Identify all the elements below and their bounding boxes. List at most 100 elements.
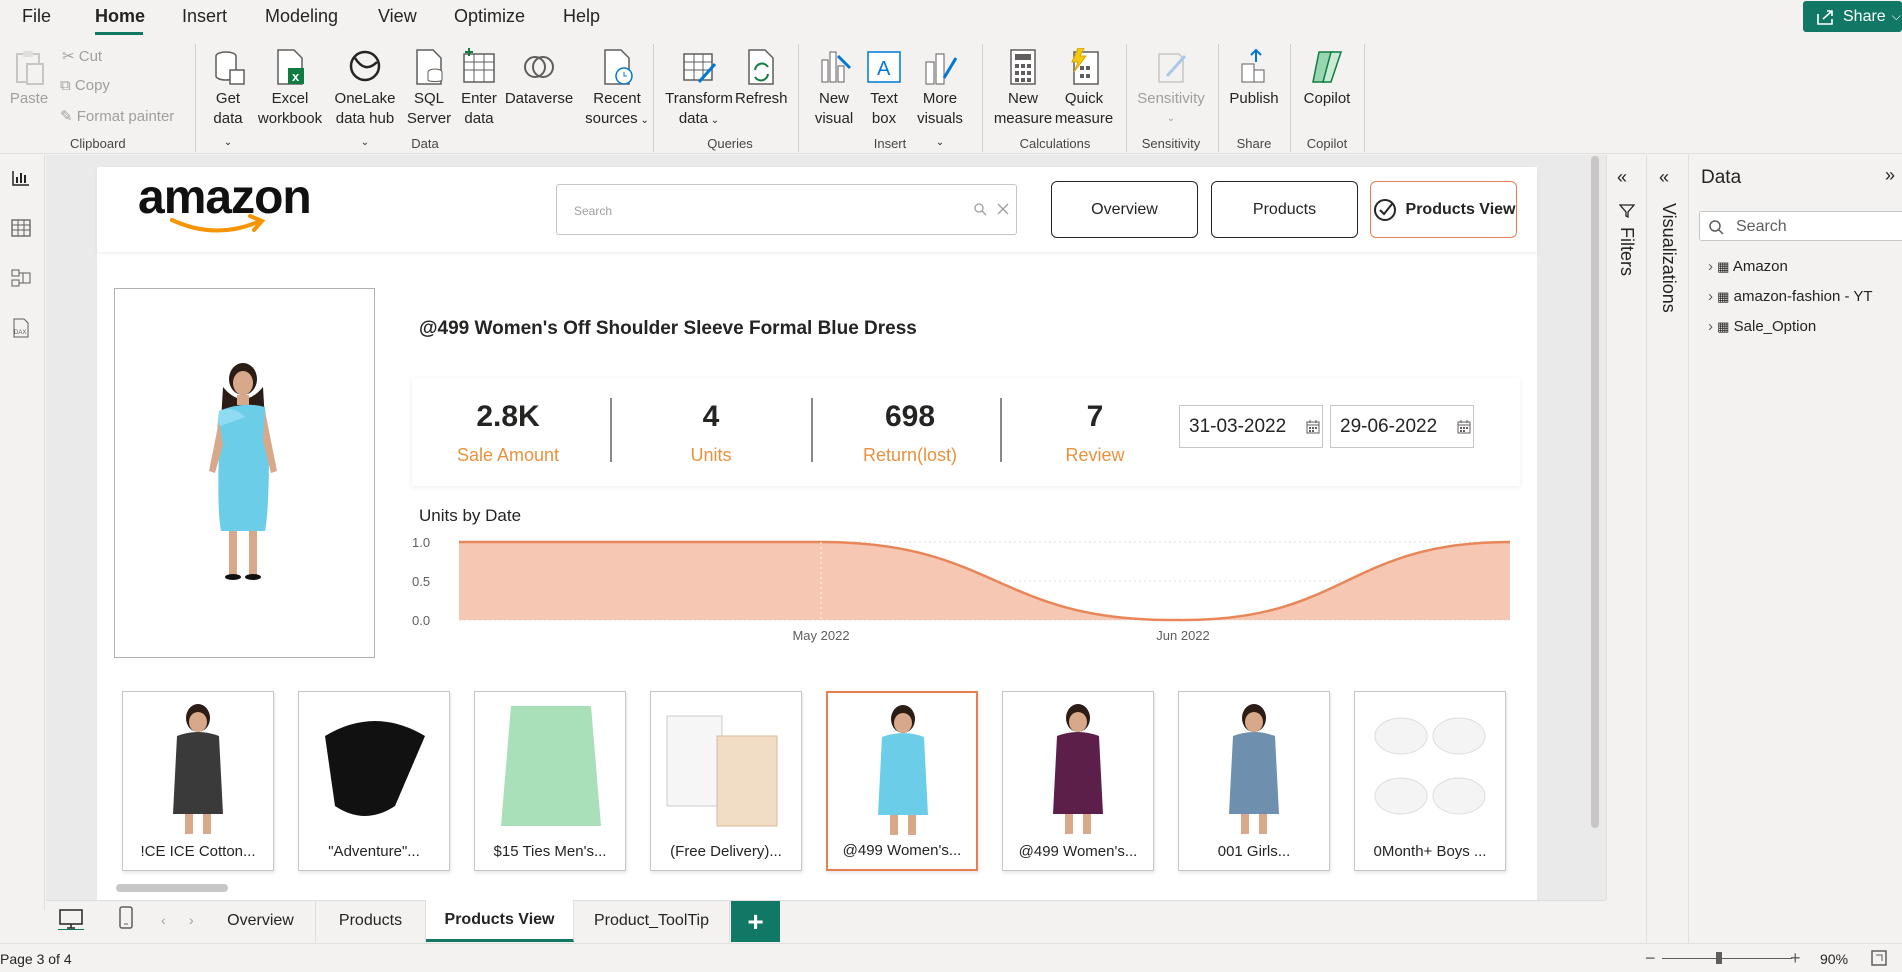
get-data-button[interactable]: Get data ⌄ — [208, 48, 248, 153]
data-search-input[interactable]: Search — [1699, 211, 1902, 241]
table-view-icon[interactable] — [10, 217, 32, 239]
ribbon: Paste ✂ Cut ⧉ Copy ✎ Format painter Clip… — [0, 36, 1902, 154]
menu-modeling[interactable]: Modeling — [265, 6, 338, 27]
nav-overview-button[interactable]: Overview — [1051, 181, 1198, 238]
refresh-icon — [748, 49, 774, 85]
filters-pane[interactable]: « Filters — [1606, 155, 1646, 900]
kpi-review-value: 7 — [1086, 400, 1104, 433]
nav-products-button[interactable]: Products — [1211, 181, 1358, 238]
onelake-button[interactable]: OneLake data hub ⌄ — [332, 48, 398, 153]
copy-button[interactable]: ⧉ Copy — [60, 77, 110, 94]
menu-home[interactable]: Home — [95, 6, 145, 27]
svg-text:x: x — [292, 69, 300, 84]
visualizations-label: Visualizations — [1659, 203, 1679, 313]
visualizations-pane[interactable]: « Visualizations — [1646, 155, 1688, 965]
dataverse-button[interactable]: Dataverse — [504, 48, 574, 109]
table-item-amazon[interactable]: › ▦ Amazon — [1708, 258, 1788, 275]
model-view-icon[interactable] — [10, 267, 32, 289]
zoom-in-icon[interactable]: + — [1790, 948, 1801, 969]
paste-button[interactable]: Paste — [8, 48, 50, 109]
refresh-button[interactable]: Refresh — [735, 48, 788, 109]
publish-button[interactable]: Publish — [1226, 48, 1282, 109]
sensitivity-button[interactable]: Sensitivity ⌄ — [1134, 48, 1208, 129]
more-visuals-button[interactable]: More visuals ⌄ — [912, 48, 968, 153]
text-box-label-2: box — [871, 110, 897, 127]
table-item-amazon-fashion[interactable]: › ▦ amazon-fashion - YT — [1708, 288, 1873, 305]
tab-products[interactable]: Products — [316, 900, 426, 942]
date-to-input[interactable]: 29-06-2022 — [1330, 405, 1474, 448]
nav-products-view-button[interactable]: Products View — [1370, 181, 1517, 238]
product-thumbnail[interactable]: @499 Women's... — [1002, 691, 1154, 871]
calendar-icon[interactable] — [1306, 420, 1320, 434]
menu-file[interactable]: File — [22, 6, 51, 27]
get-data-label-2-text: data — [213, 110, 243, 127]
product-thumbnail[interactable]: "Adventure"... — [298, 691, 450, 871]
excel-workbook-button[interactable]: x Excel workbook — [256, 48, 324, 129]
clear-search-icon[interactable] — [996, 202, 1010, 216]
dax-query-view-icon[interactable]: DAX — [10, 317, 32, 339]
product-thumbnail[interactable]: !CE ICE Cotton... — [122, 691, 274, 871]
scroll-left-icon[interactable]: ‹ — [161, 912, 166, 928]
mobile-layout-icon[interactable] — [118, 906, 134, 930]
calendar-icon[interactable] — [1457, 420, 1471, 434]
zoom-out-icon[interactable]: − — [1645, 948, 1656, 969]
date-to-value: 29-06-2022 — [1340, 415, 1438, 437]
expand-icon[interactable]: » — [1885, 165, 1895, 186]
kpi-units-label: Units — [690, 445, 732, 465]
tab-product-tooltip[interactable]: Product_ToolTip — [574, 900, 730, 942]
enter-data-label-1: Enter — [461, 90, 497, 107]
transform-data-button[interactable]: Transform data ⌄ — [664, 48, 734, 131]
product-thumbnail[interactable]: 0Month+ Boys ... — [1354, 691, 1506, 871]
chevron-down-icon: ⌄ — [1166, 113, 1176, 124]
product-thumbnail[interactable]: (Free Delivery)... — [650, 691, 802, 871]
share-button[interactable]: Share ⌵ — [1803, 1, 1902, 32]
kpi-review-label: Review — [1065, 445, 1125, 465]
tab-overview[interactable]: Overview — [206, 900, 316, 942]
new-visual-button[interactable]: New visual — [812, 48, 856, 129]
insert-group-label: Insert — [873, 136, 907, 151]
quick-measure-button[interactable]: Quick measure — [1052, 48, 1116, 129]
horizontal-scrollbar[interactable] — [116, 884, 228, 892]
product-thumbnail[interactable]: @499 Women's... — [826, 691, 978, 871]
enter-data-button[interactable]: Enter data — [458, 48, 500, 129]
new-visual-label-2: visual — [814, 110, 854, 127]
collapse-icon[interactable]: « — [1659, 167, 1669, 188]
cut-button[interactable]: ✂ Cut — [62, 47, 102, 65]
scroll-right-icon[interactable]: › — [189, 912, 194, 928]
product-thumbnail[interactable]: $15 Ties Men's... — [474, 691, 626, 871]
search-icon[interactable] — [973, 202, 987, 216]
copilot-button[interactable]: Copilot — [1298, 48, 1356, 109]
page-indicator: Page 3 of 4 — [0, 951, 72, 967]
copy-label: Copy — [74, 77, 110, 94]
menu-view[interactable]: View — [378, 6, 417, 27]
sql-server-button[interactable]: SQL Server — [406, 48, 452, 129]
menu-optimize[interactable]: Optimize — [454, 6, 525, 27]
recent-sources-button[interactable]: Recent sources ⌄ — [584, 48, 650, 131]
tab-products-view[interactable]: Products View — [426, 900, 574, 942]
table-item-sale-option[interactable]: › ▦ Sale_Option — [1708, 318, 1816, 335]
text-box-button[interactable]: A Text box — [862, 48, 906, 129]
units-by-date-chart[interactable]: 0.0 0.5 1.0 May 2022 Jun 2022 — [412, 528, 1522, 648]
collapse-icon[interactable]: « — [1617, 167, 1627, 188]
zoom-slider-track[interactable] — [1662, 958, 1792, 959]
new-measure-button[interactable]: New measure — [992, 48, 1054, 129]
search-input[interactable] — [556, 184, 1017, 235]
excel-icon: x — [277, 49, 304, 85]
zoom-slider-thumb[interactable] — [1716, 952, 1722, 964]
vertical-scrollbar[interactable] — [1591, 156, 1599, 828]
menu-insert[interactable]: Insert — [182, 6, 227, 27]
product-thumbnail[interactable]: 001 Girls... — [1178, 691, 1330, 871]
menu-help[interactable]: Help — [563, 6, 600, 27]
desktop-layout-icon[interactable] — [58, 908, 84, 930]
fit-to-page-icon[interactable] — [1870, 949, 1888, 967]
new-visual-label-1: New — [818, 90, 849, 107]
add-page-button[interactable]: + — [731, 901, 780, 942]
product-thumbnail-image — [1229, 704, 1279, 834]
transform-label-2: data ⌄ — [664, 109, 734, 131]
date-from-input[interactable]: 31-03-2022 — [1179, 405, 1323, 448]
share-icon — [1817, 10, 1833, 25]
chart-area-fill — [459, 542, 1510, 620]
copy-icon: ⧉ — [60, 77, 71, 94]
format-painter-button[interactable]: ✎ Format painter — [60, 107, 174, 125]
report-view-icon[interactable] — [10, 167, 32, 189]
